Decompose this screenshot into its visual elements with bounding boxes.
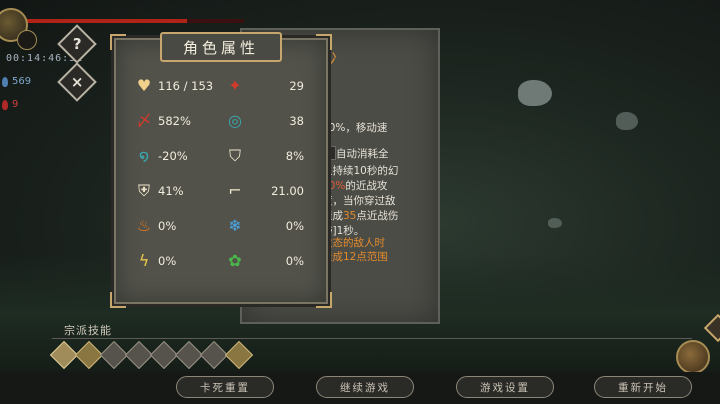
spiral-icon: ◎ [228,110,242,130]
desc-line: 自动消耗全 [336,148,389,160]
attr-lightning: ϟ 0% [134,251,225,271]
sect-skill-slot[interactable] [149,340,179,370]
sect-skill-icon [224,340,254,370]
crit-claw-icon: 〆 [135,110,152,130]
desc-line: 度，当你穿过敌 [322,195,396,207]
desc-line: 人持续10秒的幻 [322,165,399,177]
snowflake-icon: ❄ [228,215,242,235]
close-icon: × [70,72,84,91]
sect-skills-label: 宗派技能 [64,324,112,337]
desc-line: 60%，移动速 [322,122,388,134]
restart-button[interactable]: 重新开始 [594,376,692,398]
rock [548,218,562,228]
attr-row: ♨ 0% ❄ 0% [134,208,316,243]
attr-ice: ❄ 0% [225,216,316,236]
attributes-title-plate: 角色属性 [160,32,282,62]
swirl-icon: ໑ [138,145,150,165]
sect-skill-slot[interactable] [124,340,154,370]
attr-speed: ⌐ 21.00 [225,181,316,201]
fire-icon: ♨ [136,215,152,235]
rock [616,112,638,130]
red-resource-count: 9 [12,99,19,110]
heart-icon: ♥ [136,75,152,95]
attr-pierce: ⛉ 8% [225,146,316,166]
attr-damage: ✦ 29 [225,76,316,96]
shield-icon: ⛨ [137,180,150,200]
broken-shield-icon: ⛉ [228,145,241,165]
character-attributes-panel: 角色属性 ♥ 116 / 153 ✦ 29 〆 582% ◎ 38 ໑ -20%… [110,32,332,308]
panel-corner [316,34,332,50]
stuck-reset-button[interactable]: 卡死重置 [176,376,274,398]
sect-skill-slot[interactable] [74,340,104,370]
blue-resource-count: 569 [12,76,32,87]
small-orb [17,30,37,50]
attr-row: ⛨ 41% ⌐ 21.00 [134,173,316,208]
blue-flame-icon [2,76,8,87]
attr-crit: 〆 582% [135,110,191,130]
sect-skill-slot[interactable] [99,340,129,370]
panel-corner [110,292,126,308]
sect-skill-slot[interactable] [224,340,254,370]
lightning-figure-icon: ϟ [138,250,150,270]
continue-game-button[interactable]: 继续游戏 [316,376,414,398]
boot-icon: ⌐ [228,180,242,200]
desc-line: 造成12点范围 [322,251,388,263]
sect-skills-row [49,340,254,370]
blue-resource: 569 [2,76,31,87]
desc-line: 造成35点近战伤 [322,210,399,222]
attr-row: ໑ -20% ⛉ 8% [134,138,316,173]
desc-line: 00%的近战攻 [322,180,388,192]
divider [52,338,692,339]
attributes-title: 角色属性 [182,38,259,57]
game-settings-button[interactable]: 游戏设置 [456,376,554,398]
red-flame-icon [2,99,8,110]
attr-armor: ⛨ 41% [134,181,225,201]
attributes-grid: ♥ 116 / 153 ✦ 29 〆 582% ◎ 38 ໑ -20% ⛉ 8%… [134,68,316,278]
rock [518,80,552,106]
hp-bar [14,19,244,23]
red-resource: 9 [2,99,18,110]
attr-poison: ✿ 0% [225,251,316,271]
attr-row: ϟ 0% ✿ 0% [134,243,316,278]
panel-corner [316,292,332,308]
sect-skill-slot[interactable] [199,340,229,370]
attr-row: ♥ 116 / 153 ✦ 29 [134,68,316,103]
ability-orb-button[interactable] [676,340,710,374]
attr-fire: ♨ 0% [134,216,225,236]
sect-skill-slot[interactable] [174,340,204,370]
slash-damage-icon: ✦ [228,75,242,95]
hp-bar-fill [14,19,187,23]
help-icon: ? [72,34,82,53]
attr-row: 〆 582% ◎ 38 [134,103,316,138]
panel-corner [110,34,126,50]
sect-skill-slot[interactable] [49,340,79,370]
attr-health: ♥ 116 / 153 [134,76,225,96]
attr-spiral: ◎ 38 [225,111,316,131]
desc-line: 状态的敌人时 [322,237,385,249]
poison-icon: ✿ [228,250,242,270]
attr-swirl: ໑ -20% [134,146,225,166]
